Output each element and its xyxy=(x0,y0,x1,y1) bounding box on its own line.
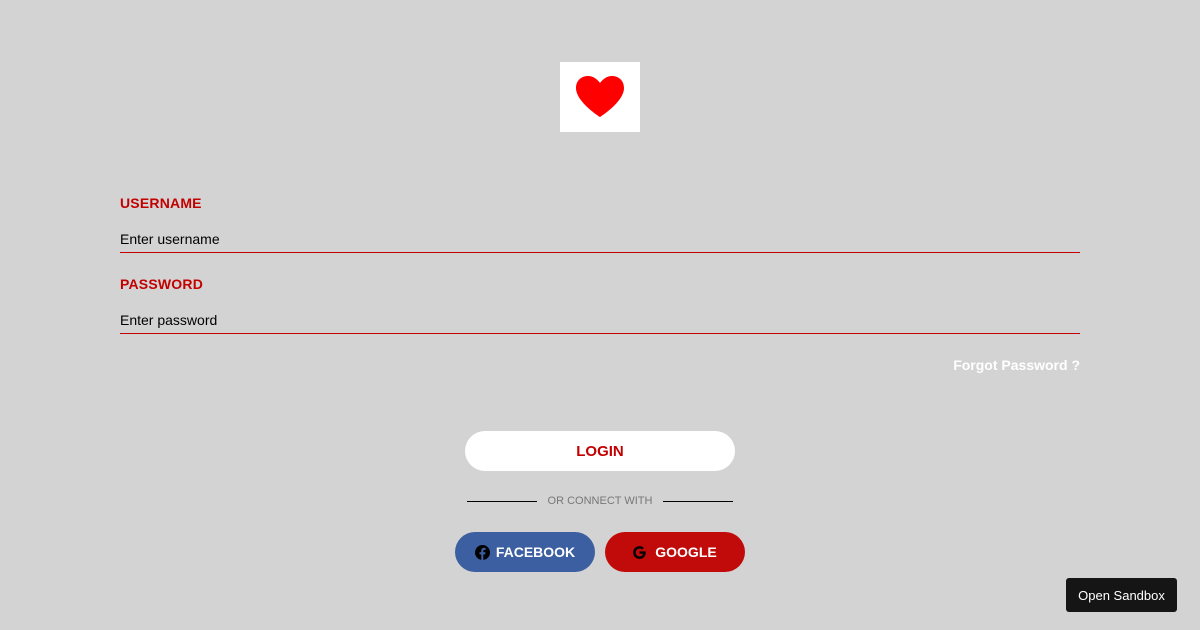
divider-text: OR CONNECT WITH xyxy=(547,495,653,507)
forgot-password-link[interactable]: Forgot Password ? xyxy=(953,357,1080,373)
google-icon xyxy=(633,545,647,559)
username-input[interactable] xyxy=(120,225,1080,253)
facebook-label: FACEBOOK xyxy=(495,544,576,560)
login-page: USERNAME PASSWORD Forgot Password ? LOGI… xyxy=(0,0,1200,630)
facebook-icon xyxy=(474,544,490,560)
divider-line-left xyxy=(467,501,537,502)
facebook-button[interactable]: FACEBOOK xyxy=(455,532,595,572)
google-button[interactable]: GOOGLE xyxy=(605,532,745,572)
google-label: GOOGLE xyxy=(655,544,717,560)
password-input[interactable] xyxy=(120,306,1080,334)
divider-line-right xyxy=(663,501,733,502)
open-sandbox-button[interactable]: Open Sandbox xyxy=(1066,578,1177,612)
heart-icon xyxy=(576,76,624,117)
logo xyxy=(560,62,640,132)
login-button[interactable]: LOGIN xyxy=(465,431,735,471)
username-label: USERNAME xyxy=(120,195,202,211)
password-label: PASSWORD xyxy=(120,276,204,292)
